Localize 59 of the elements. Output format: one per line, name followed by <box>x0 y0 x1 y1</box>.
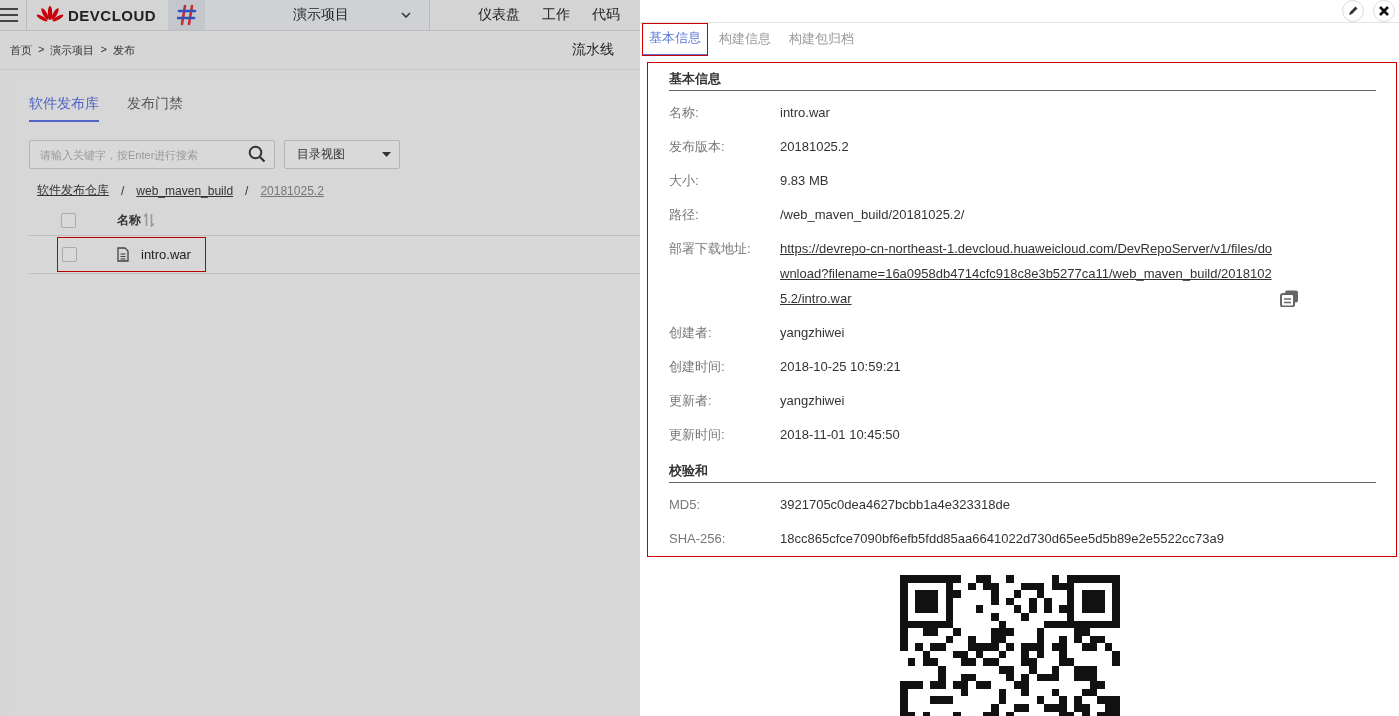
field-value: 9.83 MB <box>780 172 829 190</box>
path-link[interactable]: web_maven_build <box>136 183 234 198</box>
breadcrumb-separator: > <box>38 42 45 57</box>
path-link[interactable]: 软件发布仓库 <box>37 182 109 199</box>
menu-icon[interactable] <box>0 0 27 30</box>
download-link[interactable]: https://devrepo-cn-northeast-1.devcloud.huaweicloud.com/DevRepoServer/v1/files/download?filename=16a0958db4714cfc918c8e3b5277ca11/web_maven_build/20181025.2/intro.war <box>780 236 1276 311</box>
search-icon <box>248 145 266 163</box>
field-value: 2018-10-25 10:59:21 <box>780 358 901 376</box>
field-value: yangzhiwei <box>780 324 845 342</box>
field-value: 2018-11-01 10:45:50 <box>780 426 900 444</box>
field-value: yangzhiwei <box>780 392 845 410</box>
tab[interactable]: 软件发布库 <box>29 89 99 122</box>
nav-link[interactable]: 仪表盘 <box>478 6 521 24</box>
field-value: /web_maven_build/20181025.2/ <box>780 206 965 224</box>
breadcrumb-link[interactable]: 演示项目 <box>50 42 95 58</box>
field-label: 创建时间: <box>669 358 726 376</box>
edit-button[interactable] <box>1342 0 1364 22</box>
close-icon <box>1378 5 1390 17</box>
breadcrumb-link[interactable]: 发布 <box>112 42 135 58</box>
column-header[interactable]: 名称 <box>117 211 141 229</box>
pencil-icon <box>1347 5 1359 17</box>
nav-link[interactable]: 代码 <box>592 6 621 24</box>
field-label: 更新者: <box>669 392 713 410</box>
field-label: 更新时间: <box>669 426 726 444</box>
field-label: 部署下载地址: <box>669 240 752 258</box>
tab[interactable]: 发布门禁 <box>127 89 183 122</box>
copy-icon[interactable] <box>1280 290 1299 307</box>
field-label: 路径: <box>669 206 700 224</box>
caret-icon <box>382 152 391 157</box>
section-title: 基本信息 <box>669 70 1376 91</box>
nav-link[interactable]: 工作 <box>542 6 571 24</box>
field-value: 20181025.2 <box>780 138 849 156</box>
breadcrumb-separator: > <box>100 42 107 57</box>
field-label: MD5: <box>669 496 702 514</box>
field-value: 18cc865cfce7090bf6efb5fdd85aa6641022d730d65ee5d5b89e2e5522cc73a9 <box>780 530 1224 548</box>
file-name-link[interactable]: intro.war <box>141 247 191 262</box>
tab[interactable]: 基本信息 <box>642 23 708 56</box>
field-label: SHA-256: <box>669 530 727 548</box>
chevron-down-icon <box>401 12 412 18</box>
field-value: intro.war <box>780 104 830 122</box>
select-all-checkbox[interactable] <box>61 212 76 228</box>
project-icon-tile[interactable] <box>168 0 206 30</box>
field-label: 发布版本: <box>669 138 726 156</box>
row-checkbox[interactable] <box>62 247 77 262</box>
file-icon <box>117 247 129 262</box>
section-title: 校验和 <box>669 462 1376 483</box>
path-separator: / <box>121 183 125 198</box>
brand-name: DEVCLOUD <box>68 6 157 24</box>
view-dropdown[interactable]: 目录视图 <box>284 140 400 169</box>
path-separator: / <box>245 183 249 198</box>
field-label: 名称: <box>669 104 700 122</box>
field-label: 创建者: <box>669 324 713 342</box>
breadcrumb-link[interactable]: 首页 <box>10 42 32 58</box>
field-label: 大小: <box>669 172 700 190</box>
project-dropdown[interactable]: 演示项目 <box>205 0 431 30</box>
field-value: 3921705c0dea4627bcbb1a4e323318de <box>780 496 1010 514</box>
close-button[interactable] <box>1373 0 1395 22</box>
hash-icon <box>176 4 197 26</box>
pipeline-link[interactable]: 流水线 <box>572 41 614 59</box>
